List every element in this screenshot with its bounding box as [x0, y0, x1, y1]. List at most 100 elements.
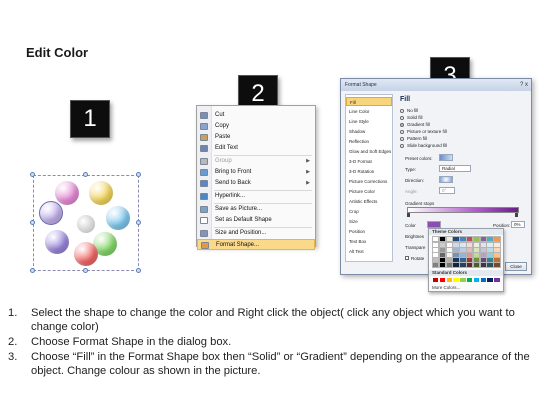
color-swatch[interactable]: [453, 278, 459, 282]
rotate-checkbox[interactable]: [405, 256, 409, 260]
color-swatch[interactable]: [452, 252, 460, 258]
resize-handle[interactable]: [83, 172, 88, 177]
category-picture-color[interactable]: Picture Color: [346, 187, 392, 196]
color-swatch[interactable]: [465, 242, 474, 248]
color-swatch[interactable]: [431, 242, 440, 248]
radio-button[interactable]: [400, 144, 404, 148]
gradient-stop[interactable]: [407, 213, 410, 217]
color-swatch[interactable]: [465, 262, 474, 268]
resize-handle[interactable]: [30, 220, 35, 225]
menu-item-format-shape[interactable]: Format Shape...: [197, 239, 315, 250]
category-alt-text[interactable]: Alt Text: [346, 247, 392, 256]
more-colors-link[interactable]: More Colors...: [432, 285, 460, 290]
menu-item-copy[interactable]: Copy: [197, 121, 315, 132]
menu-item-hyperlink[interactable]: Hyperlink...: [197, 191, 315, 202]
menu-item-paste[interactable]: Paste: [197, 132, 315, 143]
petal[interactable]: [89, 181, 113, 205]
color-swatch[interactable]: [460, 278, 466, 282]
color-swatch[interactable]: [479, 257, 488, 263]
type-dropdown[interactable]: Radial: [439, 165, 471, 172]
resize-handle[interactable]: [136, 268, 141, 273]
menu-item-cut[interactable]: Cut: [197, 110, 315, 121]
color-swatch[interactable]: [431, 236, 440, 242]
category-3-d-rotation[interactable]: 3-D Rotation: [346, 167, 392, 176]
radio-button[interactable]: [400, 109, 404, 113]
color-swatch[interactable]: [452, 257, 460, 263]
color-swatch[interactable]: [445, 257, 454, 263]
menu-item-bring-to-front[interactable]: Bring to Front ▶: [197, 167, 315, 178]
category-line-style[interactable]: Line Style: [346, 117, 392, 126]
gradient-stops-bar[interactable]: [407, 207, 519, 213]
menu-item-size-and-position[interactable]: Size and Position...: [197, 228, 315, 239]
menu-item-set-as-default-shape[interactable]: Set as Default Shape: [197, 215, 315, 226]
color-swatch[interactable]: [465, 252, 474, 258]
color-swatch[interactable]: [472, 247, 481, 253]
color-swatch[interactable]: [493, 262, 501, 268]
radio-button[interactable]: [400, 116, 404, 120]
color-swatch[interactable]: [465, 257, 474, 263]
direction-dropdown[interactable]: [439, 176, 453, 183]
petal[interactable]: [39, 201, 63, 225]
color-swatch[interactable]: [431, 262, 440, 268]
color-swatch[interactable]: [459, 247, 467, 253]
color-swatch[interactable]: [445, 252, 454, 258]
category-reflection[interactable]: Reflection: [346, 137, 392, 146]
color-swatch[interactable]: [431, 257, 440, 263]
color-swatch[interactable]: [486, 242, 494, 248]
color-swatch[interactable]: [438, 236, 447, 242]
category-crop[interactable]: Crop: [346, 207, 392, 216]
petal[interactable]: [106, 206, 130, 230]
close-icon[interactable]: ? x: [520, 79, 528, 91]
category-shadow[interactable]: Shadow: [346, 127, 392, 136]
radio-button[interactable]: [400, 137, 404, 141]
fill-option-pattern-fill[interactable]: Pattern fill: [400, 136, 427, 142]
color-swatch[interactable]: [446, 278, 452, 282]
color-swatch[interactable]: [438, 252, 447, 258]
radio-button[interactable]: [400, 123, 404, 127]
color-swatch[interactable]: [445, 242, 454, 248]
category-line-color[interactable]: Line Color: [346, 107, 392, 116]
menu-item-edit-text[interactable]: Edit Text: [197, 143, 315, 154]
color-swatch[interactable]: [487, 278, 493, 282]
color-dropdown[interactable]: [427, 221, 441, 228]
resize-handle[interactable]: [83, 268, 88, 273]
color-swatch[interactable]: [459, 236, 467, 242]
menu-item-save-as-picture[interactable]: Save as Picture...: [197, 204, 315, 215]
radio-button[interactable]: [400, 130, 404, 134]
petal[interactable]: [74, 242, 98, 266]
fill-option-no-fill[interactable]: No fill: [400, 108, 418, 114]
color-swatch[interactable]: [445, 247, 454, 253]
petal[interactable]: [55, 181, 79, 205]
color-swatch[interactable]: [493, 236, 501, 242]
color-swatch[interactable]: [431, 247, 440, 253]
color-swatch[interactable]: [433, 278, 439, 282]
color-swatch[interactable]: [438, 262, 447, 268]
resize-handle[interactable]: [30, 172, 35, 177]
color-swatch[interactable]: [486, 257, 494, 263]
color-swatch[interactable]: [431, 252, 440, 258]
fill-option-picture-or-texture-fill[interactable]: Picture or texture fill: [400, 129, 447, 135]
color-swatch[interactable]: [472, 257, 481, 263]
color-swatch[interactable]: [473, 278, 480, 282]
color-swatch[interactable]: [472, 252, 481, 258]
color-swatch[interactable]: [438, 242, 447, 248]
category-artistic-effects[interactable]: Artistic Effects: [346, 197, 392, 206]
petal[interactable]: [45, 230, 69, 254]
color-swatch[interactable]: [472, 242, 481, 248]
close-button[interactable]: Close: [505, 262, 527, 271]
fill-option-gradient-fill[interactable]: Gradient fill: [400, 122, 430, 128]
resize-handle[interactable]: [136, 172, 141, 177]
color-swatch[interactable]: [479, 262, 488, 268]
color-swatch[interactable]: [445, 262, 454, 268]
category-picture-corrections[interactable]: Picture Corrections: [346, 177, 392, 186]
color-swatch[interactable]: [459, 242, 467, 248]
category-glow-and-soft-edges[interactable]: Glow and Soft Edges: [346, 147, 392, 156]
category-3-d-format[interactable]: 3-D Format: [346, 157, 392, 166]
color-swatch[interactable]: [486, 262, 494, 268]
color-swatch[interactable]: [493, 257, 501, 263]
fill-option-solid-fill[interactable]: Solid fill: [400, 115, 423, 121]
color-swatch[interactable]: [479, 242, 488, 248]
color-swatch[interactable]: [494, 278, 500, 282]
color-swatch[interactable]: [472, 262, 481, 268]
color-swatch[interactable]: [493, 242, 501, 248]
